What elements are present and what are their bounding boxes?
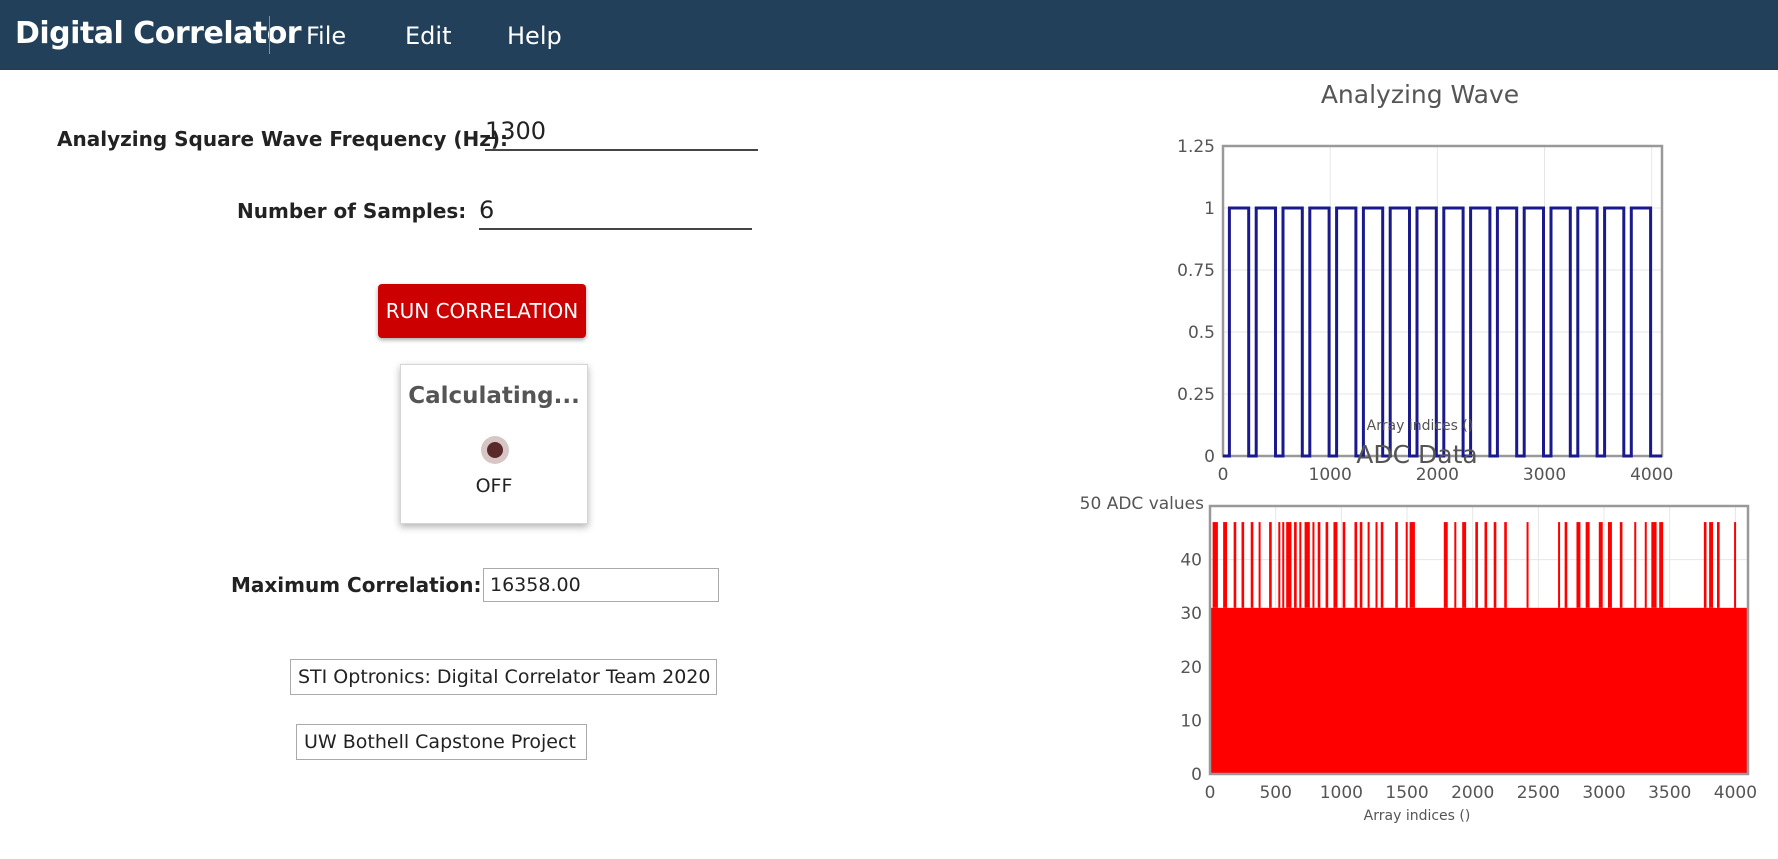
adc-x-tick-label: 1500	[1385, 783, 1428, 803]
team-credit: STI Optronics: Digital Correlator Team 2…	[290, 659, 717, 695]
adc-y-axis-label: 50 ADC values	[1080, 494, 1204, 514]
adc-spike	[1598, 522, 1603, 608]
project-credit: UW Bothell Capstone Project	[296, 724, 587, 760]
adc-y-tick-label: 30	[1180, 604, 1202, 624]
title-divider	[269, 16, 270, 54]
menu-edit[interactable]: Edit	[405, 22, 451, 50]
adc-spike	[1342, 522, 1346, 608]
max-correlation-field	[483, 568, 719, 602]
status-card: Calculating... OFF	[400, 364, 588, 524]
app-toolbar: Digital Correlator File Edit Help	[0, 0, 1778, 70]
adc-spike	[1250, 522, 1254, 608]
wave-chart-title: Analyzing Wave	[1321, 80, 1519, 109]
adc-spike	[1564, 522, 1568, 608]
adc-x-tick-label: 500	[1259, 783, 1291, 803]
adc-spike	[1258, 522, 1261, 608]
adc-spike	[1585, 522, 1590, 608]
adc-spike	[1526, 522, 1529, 608]
adc-spike	[1634, 522, 1637, 608]
wave-y-tick-label: 0.75	[1177, 261, 1215, 281]
adc-spike	[1317, 522, 1321, 608]
adc-x-tick-label: 0	[1205, 783, 1216, 803]
samples-input[interactable]	[479, 196, 752, 230]
status-state: OFF	[475, 475, 513, 497]
adc-spike	[1359, 522, 1363, 608]
adc-spike	[1367, 522, 1370, 608]
adc-spike	[1607, 522, 1612, 608]
adc-y-tick-label: 0	[1191, 765, 1202, 785]
adc-spike	[1409, 522, 1415, 608]
adc-spike	[1299, 522, 1302, 608]
adc-spike	[1405, 522, 1408, 608]
frequency-label: Analyzing Square Wave Frequency (Hz):	[57, 127, 509, 151]
adc-data-chart: ADC Data 50 ADC values 0 10 20 30 40 0 500 1000…	[1080, 440, 1757, 824]
adc-y-tick-label: 20	[1180, 658, 1202, 678]
wave-x-axis-label: Array indices ()	[1367, 418, 1474, 434]
samples-label: Number of Samples:	[237, 199, 467, 223]
adc-baseline-area	[1210, 607, 1748, 774]
adc-spike	[1233, 522, 1237, 608]
status-led-dot	[487, 442, 503, 458]
adc-spike	[1484, 522, 1488, 608]
adc-x-tick-label: 2500	[1517, 783, 1560, 803]
adc-x-axis-label: Array indices ()	[1364, 808, 1471, 824]
adc-spike	[1278, 522, 1281, 608]
adc-spike	[1223, 522, 1228, 608]
adc-spike	[1241, 522, 1245, 608]
adc-spike	[1312, 522, 1315, 608]
adc-spike	[1493, 522, 1497, 608]
status-led-icon	[481, 436, 509, 464]
menu-help[interactable]: Help	[507, 22, 562, 50]
adc-spike	[1659, 522, 1664, 608]
analyzing-wave-chart: Analyzing Wave 00.250.50.7511.250 1000 200…	[1177, 80, 1673, 485]
adc-spike	[1294, 522, 1297, 608]
adc-spike	[1576, 522, 1581, 608]
adc-spike	[1380, 522, 1384, 608]
app-title: Digital Correlator	[15, 16, 302, 51]
adc-spike	[1443, 522, 1448, 608]
adc-spike	[1462, 522, 1467, 608]
adc-spike	[1619, 522, 1623, 608]
adc-spike	[1269, 522, 1272, 608]
frequency-input[interactable]	[485, 117, 758, 151]
wave-y-tick-label: 1	[1204, 199, 1215, 219]
adc-y-tick-label: 10	[1180, 711, 1202, 731]
adc-x-tick-label: 1000	[1320, 783, 1363, 803]
adc-spike	[1475, 522, 1478, 608]
adc-spike	[1709, 522, 1714, 608]
adc-spike	[1734, 522, 1737, 608]
adc-spike	[1325, 522, 1329, 608]
adc-spike	[1454, 522, 1457, 608]
adc-x-tick-label: 3000	[1582, 783, 1625, 803]
adc-spike	[1333, 522, 1338, 608]
max-correlation-label: Maximum Correlation:	[231, 573, 482, 597]
run-correlation-button[interactable]: RUN CORRELATION	[378, 284, 586, 338]
adc-spike	[1558, 522, 1561, 608]
wave-y-tick-label: 1.25	[1177, 137, 1215, 157]
adc-spike	[1304, 522, 1310, 608]
adc-spike	[1286, 522, 1292, 608]
adc-spike	[1354, 522, 1358, 608]
adc-spike	[1504, 522, 1507, 608]
adc-y-tick-label: 40	[1180, 551, 1202, 571]
adc-spike	[1644, 522, 1647, 608]
wave-y-tick-label: 0.25	[1177, 385, 1215, 405]
adc-spike	[1717, 522, 1720, 608]
adc-spike	[1282, 522, 1285, 608]
adc-x-tick-label: 3500	[1648, 783, 1691, 803]
menu-file[interactable]: File	[306, 22, 346, 50]
adc-spike	[1395, 522, 1398, 608]
adc-chart-title: ADC Data	[1356, 440, 1477, 469]
wave-y-tick-label: 0.5	[1188, 323, 1215, 343]
adc-x-tick-label: 4000	[1714, 783, 1757, 803]
adc-spike	[1651, 522, 1657, 608]
adc-spike	[1703, 522, 1707, 608]
adc-spike	[1375, 522, 1378, 608]
adc-x-tick-label: 2000	[1451, 783, 1494, 803]
adc-spike	[1212, 522, 1218, 608]
status-title: Calculating...	[408, 383, 580, 409]
